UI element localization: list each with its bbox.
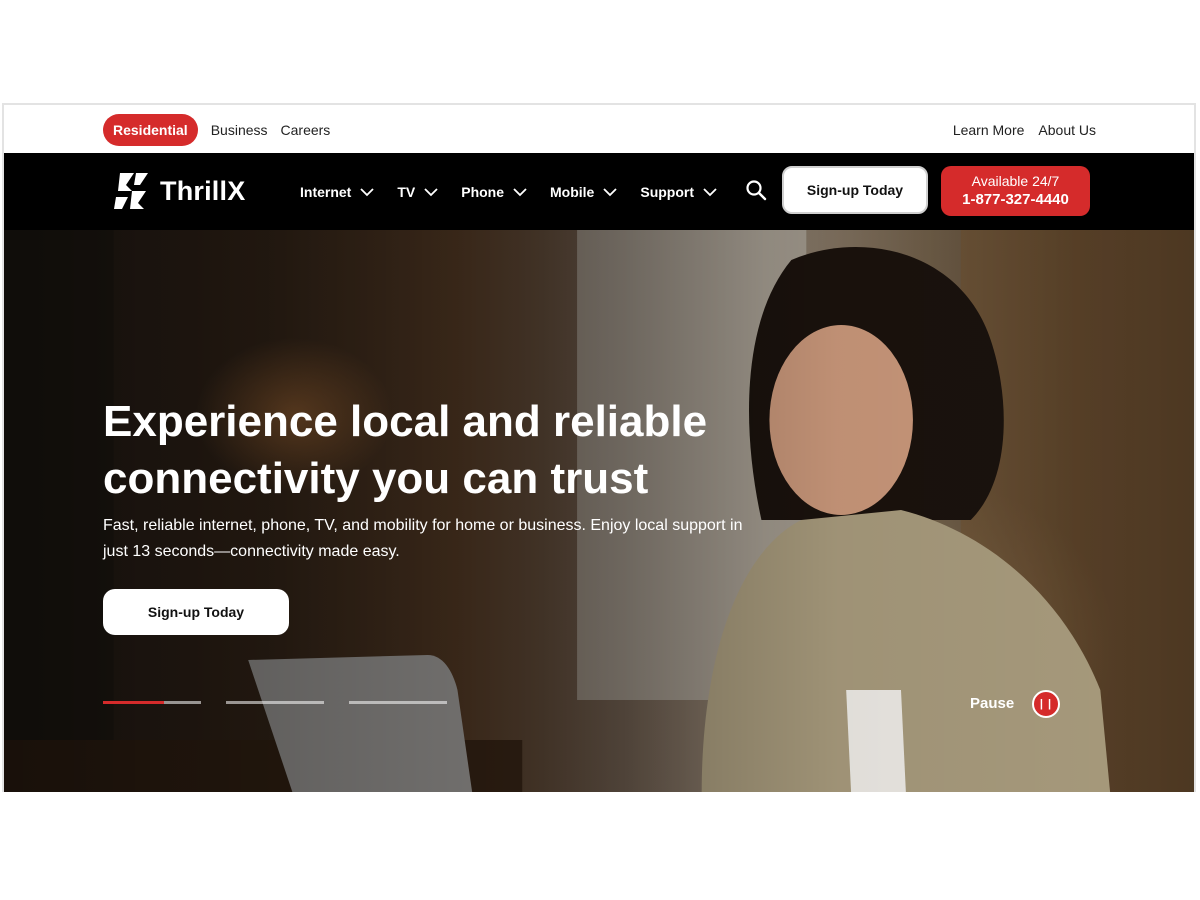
- menu-phone[interactable]: Phone: [461, 184, 528, 200]
- hero-subtitle: Fast, reliable internet, phone, TV, and …: [103, 517, 743, 560]
- slide-indicator-2[interactable]: [226, 701, 324, 704]
- menu-internet-label: Internet: [300, 183, 352, 200]
- menu-internet[interactable]: Internet: [300, 184, 375, 200]
- brand-logo[interactable]: ThrillX: [110, 169, 245, 213]
- chevron-down-icon: [513, 187, 527, 196]
- chevron-down-icon: [703, 187, 717, 196]
- careers-link[interactable]: Careers: [281, 114, 331, 146]
- segment-business[interactable]: Business: [211, 114, 268, 146]
- segment-nav: Residential Business Careers: [103, 114, 330, 146]
- segment-residential[interactable]: Residential: [103, 114, 198, 146]
- chevron-down-icon: [603, 187, 617, 196]
- menu-mobile[interactable]: Mobile: [550, 184, 618, 200]
- primary-menu: Internet TV Phone Mobile Support: [300, 153, 740, 230]
- main-navbar: ThrillX Internet TV Phone Mobile Support: [4, 153, 1194, 230]
- pause-label[interactable]: Pause: [970, 695, 1014, 712]
- menu-phone-label: Phone: [461, 183, 505, 200]
- signup-button-hero[interactable]: Sign-up Today: [103, 589, 289, 635]
- menu-support[interactable]: Support: [640, 184, 718, 200]
- chevron-down-icon: [424, 187, 438, 196]
- menu-support-label: Support: [640, 183, 695, 200]
- availability-label: Available 24/7: [971, 173, 1060, 189]
- hero-title: Experience local and reliable connectivi…: [103, 397, 708, 503]
- utility-bar: Residential Business Careers Learn More …: [4, 105, 1194, 153]
- brand-name: ThrillX: [160, 175, 246, 206]
- slide-indicator-3[interactable]: [349, 701, 447, 704]
- utility-links: Learn More About Us: [953, 114, 1096, 146]
- chevron-down-icon: [360, 187, 374, 196]
- hero-overlay: [4, 230, 1194, 792]
- logo-mark-icon: [114, 173, 148, 209]
- slide-progress-fill: [103, 701, 164, 704]
- menu-tv[interactable]: TV: [397, 184, 439, 200]
- signup-button-nav[interactable]: Sign-up Today: [782, 166, 928, 214]
- browser-frame: Residential Business Careers Learn More …: [2, 103, 1196, 792]
- menu-mobile-label: Mobile: [550, 183, 595, 200]
- menu-tv-label: TV: [397, 183, 416, 200]
- search-icon[interactable]: [745, 179, 767, 201]
- about-us-link[interactable]: About Us: [1038, 114, 1096, 146]
- phone-number: 1-877-327-4440: [962, 191, 1069, 208]
- learn-more-link[interactable]: Learn More: [953, 114, 1025, 146]
- pause-icon[interactable]: | |: [1032, 690, 1060, 718]
- slide-indicator-1[interactable]: [103, 701, 201, 704]
- call-button[interactable]: Available 24/7 1-877-327-4440: [941, 166, 1090, 216]
- hero-carousel: Experience local and reliable connectivi…: [4, 230, 1194, 792]
